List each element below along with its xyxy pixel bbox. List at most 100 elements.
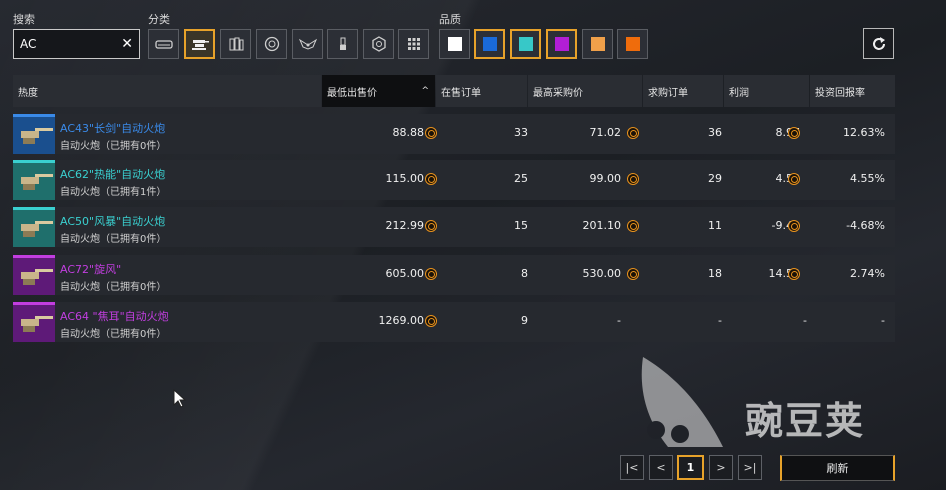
category-module-button[interactable] — [363, 29, 394, 59]
buy-orders: 11 — [708, 219, 722, 232]
on-sale-orders: 25 — [514, 172, 528, 185]
first-page-button[interactable]: |< — [620, 455, 644, 480]
max-buy-price: 71.02 — [589, 126, 622, 139]
quality-white-button[interactable] — [439, 29, 470, 59]
item-subtitle: 自动火炮（已拥有0件） — [60, 282, 167, 293]
roi: 2.74% — [850, 267, 885, 280]
col-max-buy-price[interactable]: 最高采购价 — [528, 75, 642, 107]
on-sale-orders: 15 — [514, 219, 528, 232]
quality-swatch — [625, 37, 640, 51]
category-label: 分类 — [148, 13, 170, 26]
col-label: 利润 — [729, 87, 749, 99]
wheel-icon — [264, 36, 279, 52]
item-name[interactable]: AC50"风暴"自动火炮 — [60, 213, 165, 229]
item-subtitle: 自动火炮（已拥有1件） — [60, 187, 167, 198]
min-sell-price: 605.00 — [385, 267, 425, 280]
buy-orders: 29 — [708, 172, 722, 185]
max-buy-price: 99.00 — [589, 172, 622, 185]
roi: 4.55% — [850, 172, 885, 185]
last-page-button[interactable]: >| — [738, 455, 762, 480]
on-sale-orders: 33 — [514, 126, 528, 139]
category-autocannon-button[interactable] — [184, 29, 215, 59]
coin-icon — [627, 127, 639, 139]
col-roi[interactable]: 投资回报率 — [810, 75, 895, 107]
max-buy-price: 530.00 — [582, 267, 622, 280]
col-popularity[interactable]: 热度 — [13, 75, 321, 107]
item-subtitle: 自动火炮（已拥有0件） — [60, 234, 167, 245]
coin-icon — [425, 220, 437, 232]
item-thumbnail — [13, 114, 55, 154]
item-name[interactable]: AC43"长剑"自动火炮 — [60, 120, 165, 136]
category-paint-button[interactable] — [327, 29, 358, 59]
table-row[interactable]: AC72"旋风" 自动火炮（已拥有0件） 605.00 8 530.00 18 … — [13, 255, 895, 295]
col-label: 投资回报率 — [815, 87, 865, 99]
on-sale-orders: 8 — [521, 267, 528, 280]
quality-swatch — [447, 37, 462, 51]
roi: - — [881, 314, 885, 327]
coin-icon — [627, 268, 639, 280]
reset-filter-button[interactable] — [863, 28, 894, 59]
category-vehicle-button[interactable] — [148, 29, 179, 59]
item-name[interactable]: AC64 "焦耳"自动火炮 — [60, 308, 169, 324]
current-page[interactable]: 1 — [677, 455, 704, 480]
table-row[interactable]: AC64 "焦耳"自动火炮 自动火炮（已拥有0件） 1269.00 9 - - … — [13, 302, 895, 342]
max-buy-price: - — [617, 314, 621, 327]
autocannon-icon — [191, 40, 209, 50]
search-label: 搜索 — [13, 13, 35, 26]
col-on-sale-orders[interactable]: 在售订单 — [436, 75, 527, 107]
min-sell-price: 212.99 — [385, 219, 425, 232]
coin-icon — [425, 268, 437, 280]
prev-page-button[interactable]: < — [649, 455, 673, 480]
refresh-button[interactable]: 刷新 — [780, 455, 895, 481]
quality-orange-button[interactable] — [617, 29, 648, 59]
item-thumbnail — [13, 207, 55, 247]
buy-orders: - — [718, 314, 722, 327]
col-min-sell-price[interactable]: 最低出售价 ^ — [322, 75, 435, 107]
col-buy-orders[interactable]: 求购订单 — [643, 75, 723, 107]
watermark-text: 豌豆荚 — [745, 399, 866, 443]
quality-cyan-button[interactable] — [510, 29, 541, 59]
quality-swatch — [590, 37, 605, 51]
quality-swatch — [482, 37, 497, 51]
grid-icon — [407, 38, 420, 50]
table-row[interactable]: AC62"热能"自动火炮 自动火炮（已拥有1件） 115.00 25 99.00… — [13, 160, 895, 200]
next-page-button[interactable]: > — [709, 455, 733, 480]
wings-icon — [298, 38, 317, 50]
col-label: 热度 — [18, 87, 38, 99]
close-icon[interactable]: ✕ — [121, 36, 133, 52]
item-name[interactable]: AC62"热能"自动火炮 — [60, 166, 165, 182]
coin-icon — [788, 220, 800, 232]
quality-orange-light-button[interactable] — [582, 29, 613, 59]
refresh-icon — [872, 36, 885, 50]
quality-blue-button[interactable] — [474, 29, 505, 59]
buy-orders: 18 — [708, 267, 722, 280]
coin-icon — [627, 220, 639, 232]
buy-orders: 36 — [708, 126, 722, 139]
col-label: 最低出售价 — [327, 87, 377, 99]
category-all-button[interactable] — [398, 29, 429, 59]
category-ammo-button[interactable] — [220, 29, 251, 59]
coin-icon — [425, 173, 437, 185]
item-thumbnail — [13, 255, 55, 295]
table-row[interactable]: AC43"长剑"自动火炮 自动火炮（已拥有0件） 88.88 33 71.02 … — [13, 114, 895, 154]
item-name[interactable]: AC72"旋风" — [60, 261, 121, 277]
max-buy-price: 201.10 — [582, 219, 622, 232]
coin-icon — [788, 127, 800, 139]
profit: - — [803, 314, 807, 327]
ammo-rack-icon — [229, 37, 243, 51]
coin-icon — [627, 173, 639, 185]
min-sell-price: 115.00 — [385, 172, 425, 185]
vehicle-icon — [154, 40, 173, 49]
quality-purple-button[interactable] — [546, 29, 577, 59]
min-sell-price: 88.88 — [392, 126, 425, 139]
table-header: 热度 最低出售价 ^ 在售订单 最高采购价 求购订单 利润 投资回报率 — [13, 75, 895, 107]
table-row[interactable]: AC50"风暴"自动火炮 自动火炮（已拥有0件） 212.99 15 201.1… — [13, 207, 895, 247]
coin-icon — [788, 268, 800, 280]
col-profit[interactable]: 利润 — [724, 75, 809, 107]
category-wings-button[interactable] — [292, 29, 323, 59]
quality-label: 品质 — [439, 13, 461, 26]
search-input[interactable] — [20, 37, 122, 51]
category-wheel-button[interactable] — [256, 29, 287, 59]
sort-up-icon: ^ — [421, 86, 429, 96]
col-label: 求购订单 — [648, 87, 688, 99]
